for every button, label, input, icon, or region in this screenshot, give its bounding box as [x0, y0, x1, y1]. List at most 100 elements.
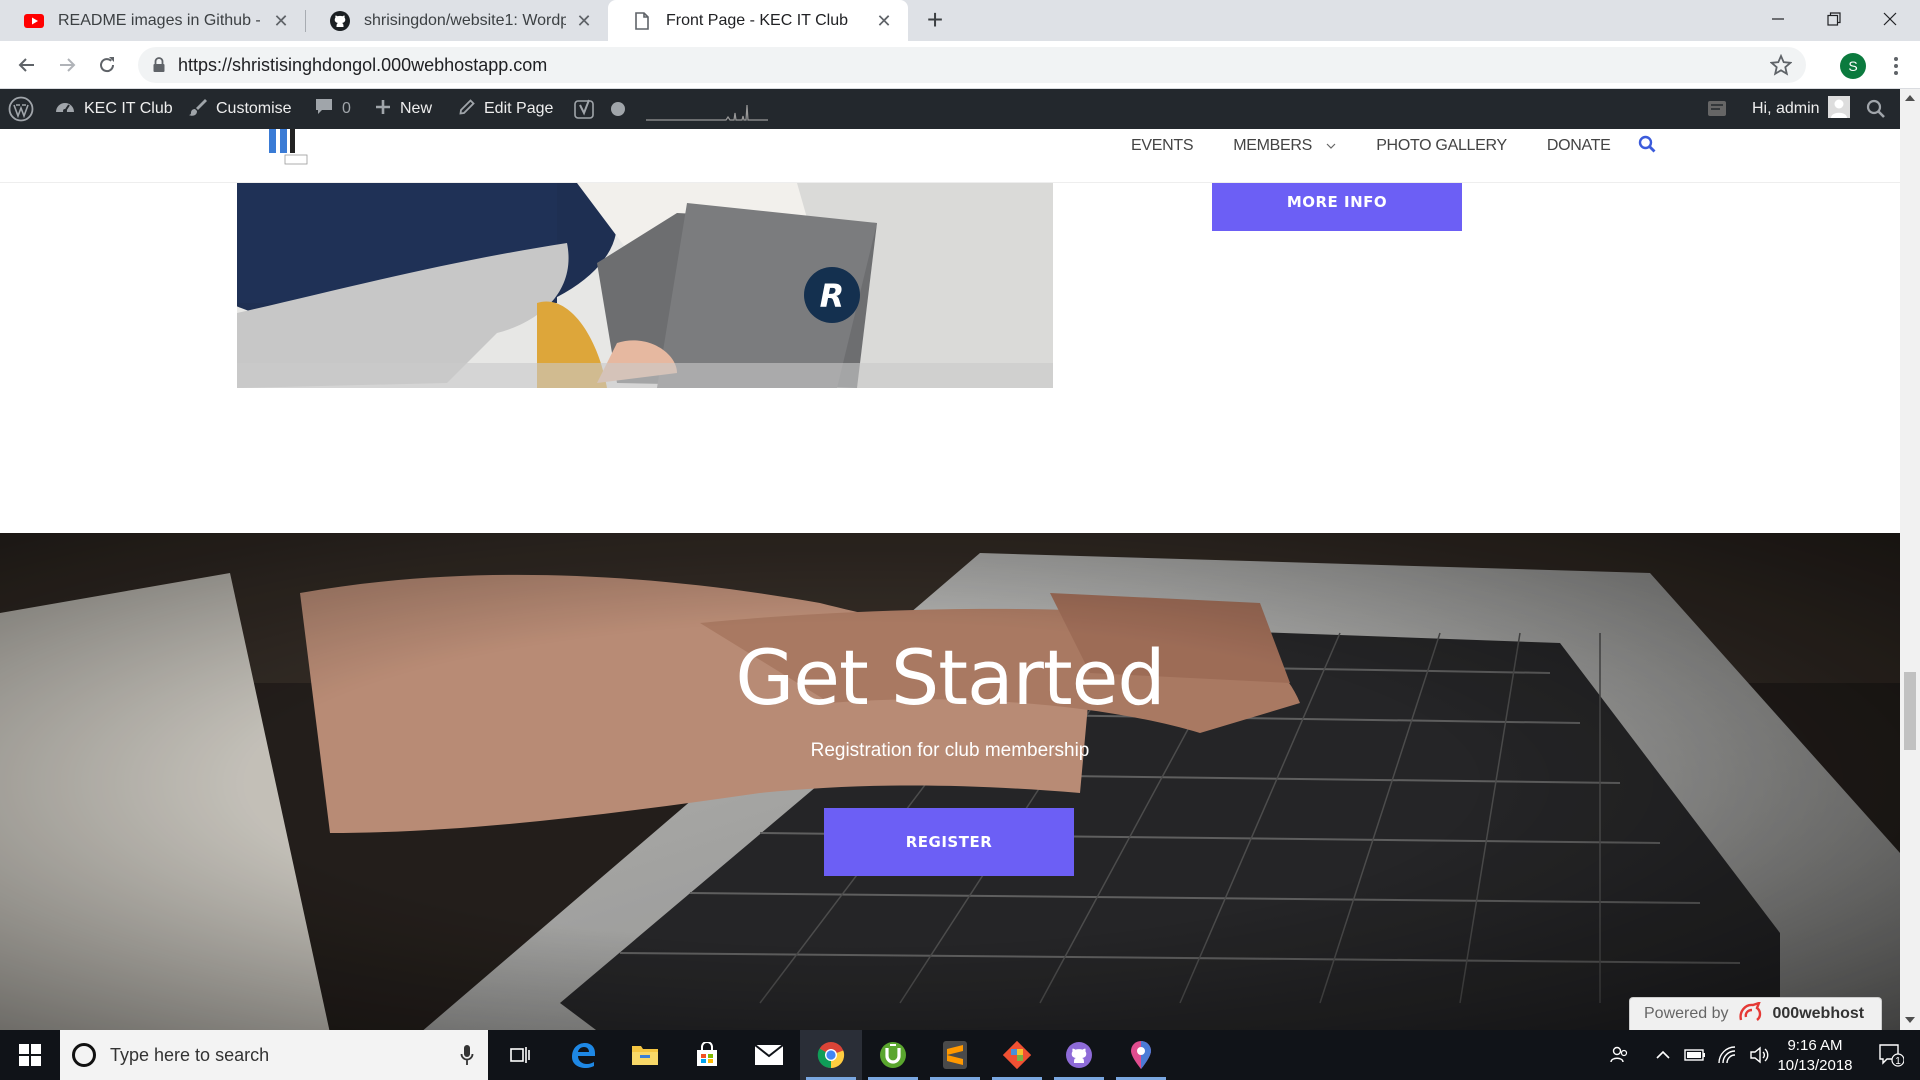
nav-item-events[interactable]: EVENTS	[1131, 137, 1194, 155]
forward-button[interactable]	[52, 50, 82, 80]
yoast-seo-icon[interactable]	[574, 89, 596, 129]
profile-avatar[interactable]: S	[1840, 53, 1866, 79]
new-label: New	[400, 100, 433, 117]
close-tab-icon[interactable]: ✕	[271, 11, 291, 31]
powered-by-brand: 000webhost	[1772, 1005, 1865, 1022]
wordpress-logo-icon[interactable]	[8, 89, 34, 129]
battery-icon[interactable]	[1680, 1030, 1710, 1080]
utorrent-icon[interactable]	[862, 1030, 924, 1080]
customise-link[interactable]: Customise	[188, 89, 292, 129]
page-icon	[632, 11, 652, 31]
comment-bubble-icon	[314, 97, 334, 122]
seo-status-dot-icon	[610, 89, 626, 129]
tab-title: shrisingdon/website1: Wordpress	[364, 11, 566, 29]
wp-admin-bar: KEC IT Club Customise 0 New Edit Page Hi…	[0, 89, 1900, 129]
site-name: KEC IT Club	[84, 100, 173, 117]
chevron-down-icon	[1326, 143, 1336, 149]
cortana-icon	[72, 1043, 96, 1067]
scroll-down-arrow-icon[interactable]	[1905, 1017, 1915, 1023]
file-explorer-icon[interactable]	[614, 1030, 676, 1080]
site-logo[interactable]	[265, 129, 315, 169]
new-content-menu[interactable]: New	[374, 89, 432, 129]
bookmark-star-icon[interactable]	[1769, 53, 1793, 81]
start-button[interactable]	[0, 1030, 60, 1080]
site-name-menu[interactable]: KEC IT Club	[54, 89, 173, 129]
greeting-label: Hi, admin	[1752, 100, 1820, 117]
store-icon[interactable]	[676, 1030, 738, 1080]
back-button[interactable]	[12, 50, 42, 80]
close-window-button[interactable]	[1862, 0, 1918, 38]
youtube-icon	[24, 11, 44, 31]
powered-by-badge[interactable]: Powered by 000webhost	[1629, 997, 1882, 1030]
microphone-icon[interactable]	[460, 1044, 474, 1071]
nav-item-photo-gallery[interactable]: PHOTO GALLERY	[1376, 137, 1507, 155]
people-icon[interactable]	[1604, 1030, 1634, 1080]
user-avatar	[1827, 95, 1850, 123]
get-started-section: Get Started Registration for club member…	[0, 533, 1900, 1030]
url-text: https://shristisinghdongol.000webhostapp…	[178, 55, 548, 75]
000webhost-logo-icon	[1737, 1000, 1765, 1027]
clock-date: 10/13/2018	[1777, 1057, 1853, 1074]
customise-label: Customise	[216, 100, 292, 117]
tab-title: README images in Github - YouTube	[58, 11, 263, 29]
close-tab-icon[interactable]: ✕	[574, 11, 594, 31]
scrollbar-thumb[interactable]	[1904, 672, 1916, 750]
brush-icon	[188, 97, 208, 122]
notifications-icon[interactable]	[1706, 89, 1728, 129]
notification-count: 1	[1895, 1056, 1901, 1067]
nav-item-members-label: MEMBERS	[1233, 137, 1313, 154]
edit-page-link[interactable]: Edit Page	[458, 89, 553, 129]
tab-github[interactable]: shrisingdon/website1: Wordpress ✕	[306, 0, 608, 41]
register-button[interactable]: REGISTER	[824, 808, 1074, 876]
comments-link[interactable]: 0	[314, 89, 351, 129]
system-clock[interactable]: 9:16 AM 10/13/2018	[1770, 1036, 1860, 1076]
action-center-icon[interactable]: 1	[1866, 1030, 1916, 1080]
page-viewport: KEC IT Club Customise 0 New Edit Page Hi…	[0, 89, 1900, 1030]
edge-icon[interactable]	[552, 1030, 614, 1080]
page-scrollbar[interactable]	[1900, 89, 1920, 1030]
hero-subtitle: Registration for club membership	[810, 740, 1090, 761]
address-bar[interactable]: https://shristisinghdongol.000webhostapp…	[138, 47, 1806, 83]
close-tab-icon[interactable]: ✕	[874, 11, 894, 31]
git-icon[interactable]	[986, 1030, 1048, 1080]
browser-menu-icon[interactable]	[1886, 53, 1906, 79]
wifi-icon[interactable]	[1712, 1030, 1742, 1080]
tab-youtube[interactable]: README images in Github - YouTube ✕	[0, 0, 305, 41]
new-tab-button[interactable]: +	[920, 6, 950, 36]
nav-item-donate[interactable]: DONATE	[1547, 137, 1611, 155]
performance-graph-icon	[646, 89, 768, 129]
browser-toolbar: https://shristisinghdongol.000webhostapp…	[0, 41, 1920, 89]
taskbar-search-box[interactable]: Type here to search	[60, 1030, 488, 1080]
clock-time: 9:16 AM	[1787, 1037, 1843, 1054]
maps-icon[interactable]	[1110, 1030, 1172, 1080]
site-header: EVENTS MEMBERS PHOTO GALLERY DONATE	[0, 129, 1900, 183]
dashboard-icon	[54, 97, 76, 122]
more-info-button[interactable]: MORE INFO	[1212, 183, 1462, 231]
laptop-logo-text: R	[820, 277, 845, 315]
mail-icon[interactable]	[738, 1030, 800, 1080]
github-desktop-icon[interactable]	[1048, 1030, 1110, 1080]
reload-button[interactable]	[92, 50, 122, 80]
task-view-icon[interactable]	[490, 1030, 552, 1080]
powered-by-label: Powered by	[1644, 1005, 1729, 1022]
lock-icon[interactable]	[152, 56, 166, 79]
my-account-menu[interactable]: Hi, admin	[1752, 89, 1850, 129]
members-photo: R	[237, 183, 1053, 388]
show-hidden-icons-chevron-icon[interactable]	[1650, 1030, 1676, 1080]
comments-count: 0	[342, 100, 351, 117]
tab-title: Front Page - KEC IT Club	[666, 11, 848, 29]
windows-logo-icon	[19, 1044, 41, 1066]
tab-front-page[interactable]: Front Page - KEC IT Club ✕	[608, 0, 908, 41]
sublime-text-icon[interactable]	[924, 1030, 986, 1080]
site-search-icon[interactable]	[1638, 135, 1656, 158]
admin-search-icon[interactable]	[1866, 89, 1886, 129]
restore-button[interactable]	[1806, 0, 1862, 38]
minimize-button[interactable]	[1750, 0, 1806, 38]
chrome-icon[interactable]	[800, 1030, 862, 1080]
github-icon	[330, 10, 350, 31]
main-navigation: EVENTS MEMBERS PHOTO GALLERY DONATE	[1131, 129, 1611, 163]
plus-icon	[374, 98, 392, 121]
nav-item-members[interactable]: MEMBERS	[1233, 137, 1336, 155]
edit-page-label: Edit Page	[484, 100, 554, 117]
scroll-up-arrow-icon[interactable]	[1905, 95, 1915, 101]
